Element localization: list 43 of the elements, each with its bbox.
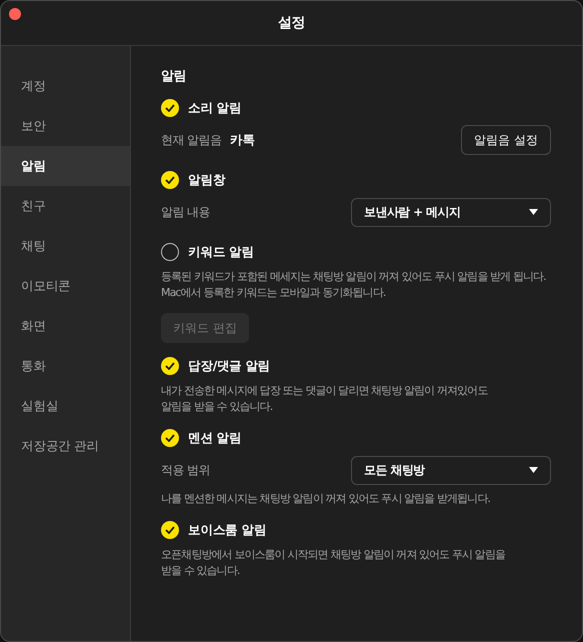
checkbox[interactable] (161, 429, 179, 447)
checkbox-label: 키워드 알림 (188, 244, 254, 260)
checkbox[interactable] (161, 99, 179, 117)
sidebar-item[interactable]: 친구 (1, 186, 130, 226)
checkmark-icon (165, 104, 175, 112)
checkbox-label: 소리 알림 (188, 100, 242, 116)
dropdown[interactable]: 보낸사람 + 메시지 (351, 198, 551, 226)
sidebar-item[interactable]: 저장공간 관리 (1, 426, 130, 466)
checkmark-icon (165, 176, 175, 184)
checkbox[interactable] (161, 243, 179, 261)
sidebar-item[interactable]: 이모티콘 (1, 266, 130, 306)
description-text: 등록된 키워드가 포함된 메세지는 채팅방 알림이 꺼져 있어도 푸시 알림을 받게 됩니다. Mac에서 등록한 키워드는 모바일과 동기화됩니다. (161, 269, 547, 301)
close-button[interactable] (9, 8, 21, 20)
caret-icon (529, 467, 538, 473)
description-text: 나를 멘션한 메시지는 채팅방 알림이 꺼져 있어도 푸시 알림을 받게됩니다. (161, 491, 491, 507)
dropdown[interactable]: 모든 채팅방 (351, 456, 551, 484)
sidebar-item[interactable]: 계정 (1, 66, 130, 106)
setting-value: 카톡 (230, 132, 256, 148)
setting-label: 알림 내용 (161, 204, 210, 220)
checkbox[interactable] (161, 521, 179, 539)
description-text: 오픈채팅방에서 보이스룸이 시작되면 채팅방 알림이 꺼져 있어도 푸시 알림을 받을 수 있습니다. (161, 547, 506, 579)
checkbox[interactable] (161, 357, 179, 375)
description-text: 내가 전송한 메시지에 답장 또는 댓글이 달리면 채팅방 알림이 꺼져있어도 알림을 받을 수 있습니다. (161, 383, 489, 415)
checkbox-label: 멘션 알림 (188, 430, 242, 446)
setting-label: 현재 알림음 (161, 132, 222, 148)
sidebar-item[interactable]: 통화 (1, 346, 130, 386)
sidebar-item[interactable]: 화면 (1, 306, 130, 346)
sound-settings-button[interactable]: 알림음 설정 (461, 125, 551, 155)
sidebar-item[interactable]: 채팅 (1, 226, 130, 266)
checkbox-label: 보이스룸 알림 (188, 522, 266, 538)
checkmark-icon (165, 434, 175, 442)
checkbox-label: 알림창 (188, 172, 226, 188)
window-title: 설정 (278, 14, 305, 32)
checkmark-icon (165, 526, 175, 534)
sidebar-item[interactable]: 실험실 (1, 386, 130, 426)
sidebar-item[interactable]: 알림 (1, 146, 130, 186)
section-heading: 알림 (161, 68, 187, 85)
caret-icon (529, 209, 538, 215)
checkbox-label: 답장/댓글 알림 (188, 358, 270, 374)
setting-label: 적용 범위 (161, 462, 210, 478)
checkbox[interactable] (161, 171, 179, 189)
sidebar-item[interactable]: 보안 (1, 106, 130, 146)
checkmark-icon (165, 362, 175, 370)
